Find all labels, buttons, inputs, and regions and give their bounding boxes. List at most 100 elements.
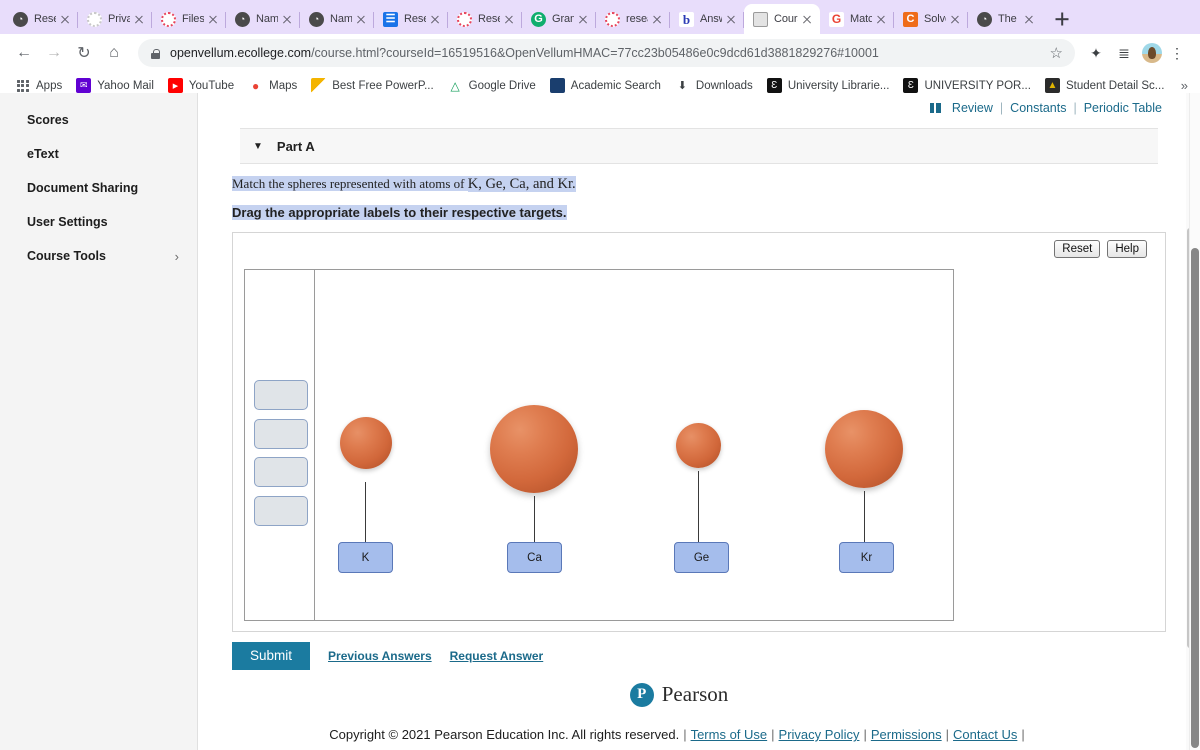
close-icon[interactable] bbox=[502, 12, 516, 26]
sphere-kr bbox=[825, 410, 903, 488]
bookmark-star-icon[interactable]: ☆ bbox=[1050, 44, 1063, 62]
close-icon[interactable] bbox=[650, 12, 664, 26]
content-area: Review | Constants | Periodic Table ▼ Pa… bbox=[198, 93, 1200, 750]
constants-link[interactable]: Constants bbox=[1010, 101, 1066, 115]
help-button[interactable]: Help bbox=[1107, 240, 1147, 258]
label-slot-0[interactable] bbox=[254, 380, 308, 410]
spinner-red-icon bbox=[161, 11, 176, 27]
browser-tab-8[interactable]: resea bbox=[596, 4, 670, 34]
chevron-down-icon[interactable]: ▼ bbox=[253, 141, 263, 152]
content-topnav: Review | Constants | Periodic Table bbox=[198, 93, 1200, 121]
back-icon[interactable]: ← bbox=[10, 39, 38, 67]
sidebar-item-etext[interactable]: eText bbox=[0, 137, 197, 171]
submit-button[interactable]: Submit bbox=[232, 642, 311, 671]
contact-us-link[interactable]: Contact Us bbox=[953, 727, 1017, 742]
extensions-icon[interactable]: ✦ bbox=[1083, 40, 1109, 66]
tab-strip: ◔ Resea Privac Files ◔ Name ◔ Name ☰ Res… bbox=[0, 0, 1200, 34]
browser-toolbar: ← → ↻ ⌂ openvellum.ecollege.com/course.h… bbox=[0, 34, 1200, 72]
browser-tab-11[interactable]: G Match bbox=[820, 4, 894, 34]
google-icon: G bbox=[829, 11, 844, 27]
part-header[interactable]: ▼ Part A bbox=[240, 128, 1158, 164]
drop-target-ge[interactable]: Ge bbox=[674, 542, 729, 573]
browser-scrollbar[interactable] bbox=[1189, 93, 1200, 750]
google-drive-icon: △ bbox=[447, 78, 463, 93]
answer-actions: Submit Previous Answers Request Answer bbox=[232, 642, 1200, 671]
browser-tab-0[interactable]: ◔ Resea bbox=[4, 4, 78, 34]
label-bank bbox=[245, 270, 315, 620]
instruction-text: Drag the appropriate labels to their res… bbox=[232, 205, 1200, 220]
drop-target-kr[interactable]: Kr bbox=[839, 542, 894, 573]
sidebar-item-document-sharing[interactable]: Document Sharing bbox=[0, 171, 197, 205]
drag-drop-applet[interactable]: Reset Help K Ca Ge Kr bbox=[232, 232, 1166, 632]
terms-of-use-link[interactable]: Terms of Use bbox=[691, 727, 768, 742]
bookmark-label: YouTube bbox=[188, 79, 235, 92]
close-icon[interactable] bbox=[874, 12, 888, 26]
pearson-logo: P Pearson bbox=[198, 682, 1200, 707]
close-icon[interactable] bbox=[948, 12, 962, 26]
browser-tab-9[interactable]: b Answ bbox=[670, 4, 744, 34]
applet-canvas: K Ca Ge Kr bbox=[244, 269, 954, 621]
maps-pin-icon: ● bbox=[248, 78, 264, 93]
browser-tab-6[interactable]: Resea bbox=[448, 4, 522, 34]
previous-answers-link[interactable]: Previous Answers bbox=[328, 649, 432, 663]
browser-scrollbar-thumb[interactable] bbox=[1191, 248, 1199, 748]
drop-target-k[interactable]: K bbox=[338, 542, 393, 573]
reading-list-icon[interactable]: ≣ bbox=[1111, 40, 1137, 66]
browser-tab-12[interactable]: C Solve bbox=[894, 4, 968, 34]
sidebar-item-user-settings[interactable]: User Settings bbox=[0, 205, 197, 239]
globe-icon: ◔ bbox=[13, 11, 28, 27]
spinner-red-icon bbox=[605, 11, 620, 27]
tab-title: Match bbox=[850, 13, 872, 25]
copyright-text: Copyright © 2021 Pearson Education Inc. … bbox=[329, 727, 680, 743]
course-sidebar: Scores eText Document Sharing User Setti… bbox=[0, 93, 198, 750]
request-answer-link[interactable]: Request Answer bbox=[450, 649, 544, 663]
chrome-menu-icon[interactable]: ⋮ bbox=[1164, 40, 1190, 66]
tab-title: The C bbox=[998, 13, 1020, 25]
browser-tab-1[interactable]: Privac bbox=[78, 4, 152, 34]
browser-tab-4[interactable]: ◔ Name bbox=[300, 4, 374, 34]
reload-icon[interactable]: ↻ bbox=[70, 39, 98, 67]
close-icon[interactable] bbox=[354, 12, 368, 26]
browser-tab-5[interactable]: ☰ Resea bbox=[374, 4, 448, 34]
browser-tab-2[interactable]: Files bbox=[152, 4, 226, 34]
tab-title: Resea bbox=[478, 13, 500, 25]
close-icon[interactable] bbox=[1022, 12, 1036, 26]
close-icon[interactable] bbox=[132, 12, 146, 26]
profile-avatar[interactable] bbox=[1142, 43, 1162, 63]
sidebar-item-label: eText bbox=[27, 147, 59, 161]
separator: | bbox=[863, 727, 867, 743]
page-body: Scores eText Document Sharing User Setti… bbox=[0, 93, 1200, 750]
home-icon[interactable]: ⌂ bbox=[100, 39, 128, 67]
url-text: openvellum.ecollege.com/course.html?cour… bbox=[170, 46, 879, 60]
target-label: K bbox=[361, 551, 370, 564]
close-icon[interactable] bbox=[206, 12, 220, 26]
tab-title: Name bbox=[256, 13, 278, 25]
close-icon[interactable] bbox=[576, 12, 590, 26]
nav-separator: | bbox=[999, 101, 1004, 115]
review-link[interactable]: Review bbox=[952, 101, 993, 115]
label-slot-3[interactable] bbox=[254, 496, 308, 526]
label-slot-2[interactable] bbox=[254, 457, 308, 487]
periodic-table-link[interactable]: Periodic Table bbox=[1084, 101, 1162, 115]
close-icon[interactable] bbox=[280, 12, 294, 26]
browser-tab-3[interactable]: ◔ Name bbox=[226, 4, 300, 34]
close-icon[interactable] bbox=[724, 12, 738, 26]
close-icon[interactable] bbox=[428, 12, 442, 26]
browser-tab-7[interactable]: G Gram bbox=[522, 4, 596, 34]
sidebar-item-course-tools[interactable]: Course Tools › bbox=[0, 239, 197, 273]
address-bar[interactable]: openvellum.ecollege.com/course.html?cour… bbox=[138, 39, 1075, 67]
bookmarks-overflow-icon[interactable]: » bbox=[1181, 78, 1192, 93]
new-tab-button[interactable] bbox=[1048, 5, 1076, 33]
sidebar-item-scores[interactable]: Scores bbox=[0, 103, 197, 137]
label-slot-1[interactable] bbox=[254, 419, 308, 449]
browser-tab-10-active[interactable]: Cours bbox=[744, 4, 820, 34]
forward-icon[interactable]: → bbox=[40, 39, 68, 67]
close-icon[interactable] bbox=[800, 12, 814, 26]
browser-tab-13[interactable]: ◔ The C bbox=[968, 4, 1042, 34]
close-icon[interactable] bbox=[58, 12, 72, 26]
reset-button[interactable]: Reset bbox=[1054, 240, 1101, 258]
permissions-link[interactable]: Permissions bbox=[871, 727, 942, 742]
drop-target-ca[interactable]: Ca bbox=[507, 542, 562, 573]
privacy-policy-link[interactable]: Privacy Policy bbox=[779, 727, 860, 742]
target-label: Ca bbox=[527, 551, 542, 564]
